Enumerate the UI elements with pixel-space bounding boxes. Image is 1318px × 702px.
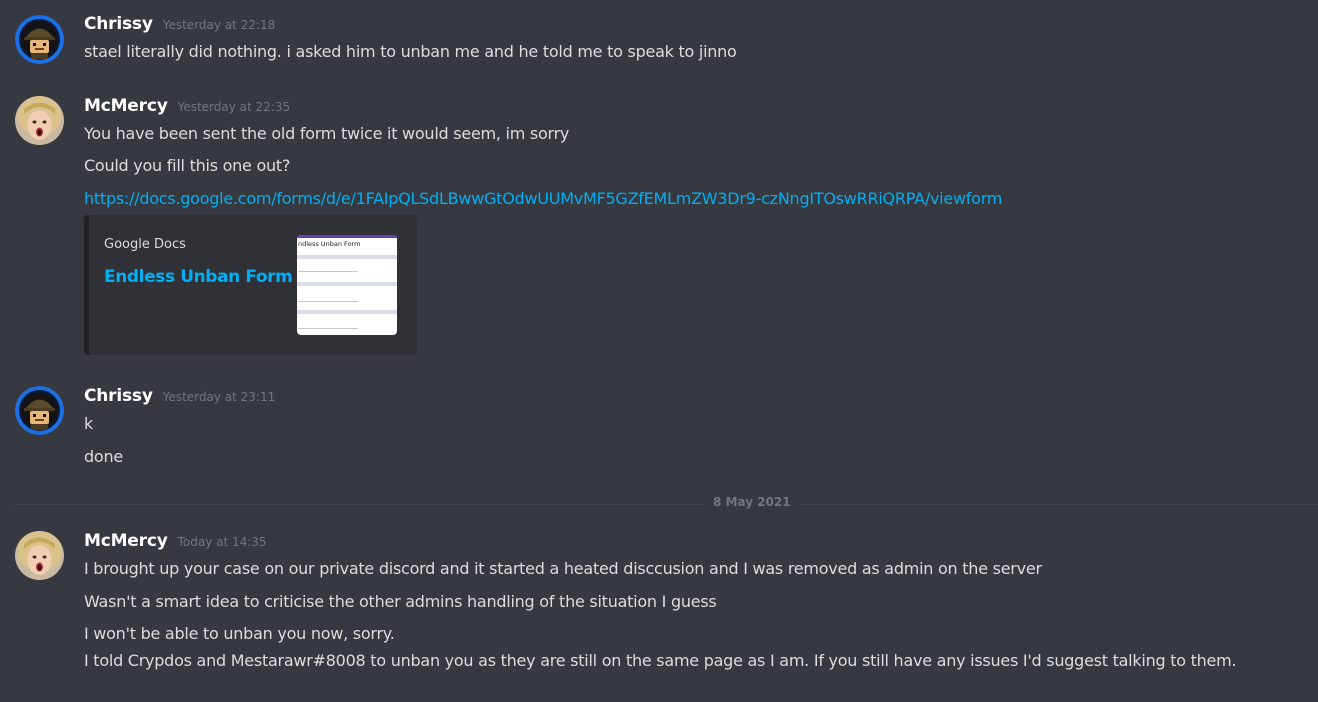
thumbnail-answer-line [298, 271, 358, 272]
lego-soldier-avatar-icon [15, 15, 64, 64]
username[interactable]: McMercy [84, 96, 168, 116]
message-text: Wasn't a smart idea to criticise the oth… [84, 592, 717, 611]
message-text: done [84, 447, 123, 466]
message-text: I won't be able to unban you now, sorry. [84, 624, 395, 643]
date-divider-label: 8 May 2021 [703, 495, 801, 509]
message-header: Chrissy Yesterday at 22:18 [84, 14, 275, 36]
thumbnail-header-bar [297, 235, 397, 238]
username[interactable]: Chrissy [84, 386, 153, 406]
embed-thumbnail[interactable]: ndless Unban Form [297, 235, 397, 335]
surprised-woman-avatar-icon [15, 531, 64, 580]
message-link-line: https://docs.google.com/forms/d/e/1FAIpQ… [84, 188, 1002, 210]
message-text: Could you fill this one out? [84, 156, 291, 175]
embed-title-link[interactable]: Endless Unban Form [104, 267, 293, 287]
timestamp[interactable]: Yesterday at 22:35 [178, 100, 291, 114]
date-divider-line [15, 504, 1318, 505]
timestamp[interactable]: Today at 14:35 [178, 535, 267, 549]
lego-soldier-avatar-icon [15, 386, 64, 435]
thumbnail-form-title: ndless Unban Form [298, 240, 361, 248]
message-header: Chrissy Yesterday at 23:11 [84, 386, 275, 408]
form-link[interactable]: https://docs.google.com/forms/d/e/1FAIpQ… [84, 189, 1002, 208]
message-text: You have been sent the old form twice it… [84, 124, 570, 143]
avatar[interactable] [15, 96, 64, 145]
link-embed: Google Docs Endless Unban Form ndless Un… [84, 215, 417, 355]
message-text: I brought up your case on our private di… [84, 559, 1042, 578]
username[interactable]: McMercy [84, 531, 168, 551]
message-text: stael literally did nothing. i asked him… [84, 42, 737, 61]
thumbnail-divider [297, 255, 397, 259]
timestamp[interactable]: Yesterday at 22:18 [163, 18, 276, 32]
message-header: McMercy Yesterday at 22:35 [84, 96, 290, 118]
thumbnail-divider [297, 282, 397, 286]
chat-messages: Chrissy Yesterday at 22:18 stael literal… [0, 0, 1318, 702]
username[interactable]: Chrissy [84, 14, 153, 34]
thumbnail-answer-line [298, 328, 358, 329]
avatar[interactable] [15, 531, 64, 580]
message-text: k [84, 414, 94, 433]
message-text: I told Crypdos and Mestarawr#8008 to unb… [84, 651, 1237, 670]
surprised-woman-avatar-icon [15, 96, 64, 145]
avatar[interactable] [15, 386, 64, 435]
timestamp[interactable]: Yesterday at 23:11 [163, 390, 276, 404]
avatar[interactable] [15, 15, 64, 64]
thumbnail-answer-line [298, 301, 358, 302]
thumbnail-divider [297, 310, 397, 314]
message-header: McMercy Today at 14:35 [84, 531, 267, 553]
embed-provider: Google Docs [104, 237, 186, 252]
